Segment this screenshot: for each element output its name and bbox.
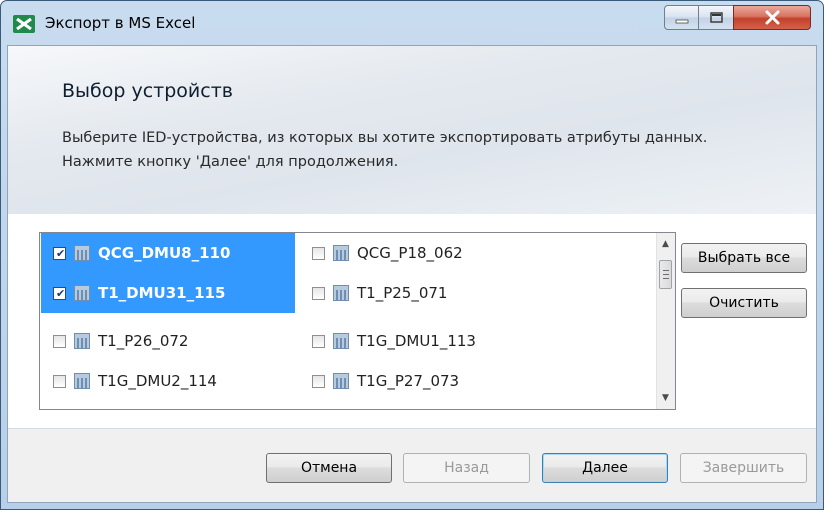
device-item[interactable]: ✔ QCG_DMU8_110 <box>41 233 295 273</box>
maximize-icon <box>710 12 723 23</box>
ied-device-icon <box>333 333 349 349</box>
device-checkbox[interactable] <box>53 374 66 388</box>
device-checkbox[interactable] <box>312 286 325 300</box>
wizard-footer: Отмена Назад Далее Завершить <box>8 429 816 502</box>
finish-button[interactable]: Завершить <box>680 453 807 483</box>
device-checkbox[interactable]: ✔ <box>53 246 66 260</box>
device-item[interactable]: QCG_P18_062 <box>300 233 530 273</box>
next-button[interactable]: Далее <box>542 453 668 483</box>
device-checkbox[interactable] <box>312 334 325 348</box>
device-checkbox[interactable] <box>53 334 66 348</box>
device-checkbox[interactable]: ✔ <box>53 286 66 300</box>
device-checkbox[interactable] <box>312 374 325 388</box>
close-button[interactable] <box>733 5 811 30</box>
description-line-1: Выберите IED-устройства, из которых вы х… <box>62 130 708 146</box>
excel-export-icon <box>13 15 35 33</box>
device-label: T1G_P27_073 <box>357 372 460 390</box>
checkmark-icon: ✔ <box>56 246 66 260</box>
export-dialog-window: Экспорт в MS Excel Выбор устройств Выбер… <box>0 0 824 510</box>
device-label: T1G_DMU1_113 <box>357 332 476 350</box>
select-all-button[interactable]: Выбрать все <box>681 243 807 273</box>
scroll-thumb[interactable] <box>659 260 672 289</box>
back-button[interactable]: Назад <box>403 453 530 483</box>
device-label: T1_P25_071 <box>357 284 448 302</box>
description-line-2: Нажмите кнопку 'Далее' для продолжения. <box>62 154 399 170</box>
device-label: QCG_DMU8_110 <box>98 244 231 262</box>
device-item[interactable]: T1_P25_071 <box>300 273 530 313</box>
ied-device-icon <box>333 373 349 389</box>
device-item[interactable]: T1G_DMU1_113 <box>300 321 530 361</box>
minimize-icon <box>675 19 689 24</box>
page-title: Выбор устройств <box>62 80 233 102</box>
window-title: Экспорт в MS Excel <box>45 14 196 32</box>
checkmark-icon: ✔ <box>56 286 66 300</box>
ied-device-icon <box>74 245 90 261</box>
scroll-up-icon[interactable]: ▲ <box>662 239 669 249</box>
close-icon <box>765 10 780 25</box>
wizard-header: Выбор устройств Выберите IED-устройства,… <box>8 46 816 214</box>
device-item[interactable]: ✔ T1_DMU31_115 <box>41 273 295 313</box>
dialog-client-area: Выбор устройств Выберите IED-устройства,… <box>7 45 817 503</box>
ied-device-icon <box>333 245 349 261</box>
page-description: Выберите IED-устройства, из которых вы х… <box>62 126 707 174</box>
vertical-scrollbar[interactable]: ▲ ▼ <box>656 233 675 409</box>
minimize-button[interactable] <box>664 5 699 30</box>
title-bar[interactable]: Экспорт в MS Excel <box>1 1 823 45</box>
cancel-button[interactable]: Отмена <box>266 453 392 483</box>
device-list[interactable]: ✔ QCG_DMU8_110 QCG_P18_062 ✔ T1_DMU31_115 T1_… <box>39 232 676 410</box>
device-item[interactable]: T1G_P27_073 <box>300 361 530 401</box>
scroll-down-icon[interactable]: ▼ <box>662 393 669 403</box>
device-item[interactable]: T1G_DMU2_114 <box>41 361 295 401</box>
ied-device-icon <box>74 373 90 389</box>
device-label: T1_P26_072 <box>98 332 189 350</box>
ied-device-icon <box>333 285 349 301</box>
clear-button[interactable]: Очистить <box>681 288 807 318</box>
device-checkbox[interactable] <box>312 246 325 260</box>
device-label: QCG_P18_062 <box>357 244 463 262</box>
device-label: T1_DMU31_115 <box>98 284 226 302</box>
ied-device-icon <box>74 333 90 349</box>
maximize-button[interactable] <box>698 5 734 30</box>
ied-device-icon <box>74 285 90 301</box>
device-label: T1G_DMU2_114 <box>98 372 217 390</box>
device-item[interactable]: T1_P26_072 <box>41 321 295 361</box>
